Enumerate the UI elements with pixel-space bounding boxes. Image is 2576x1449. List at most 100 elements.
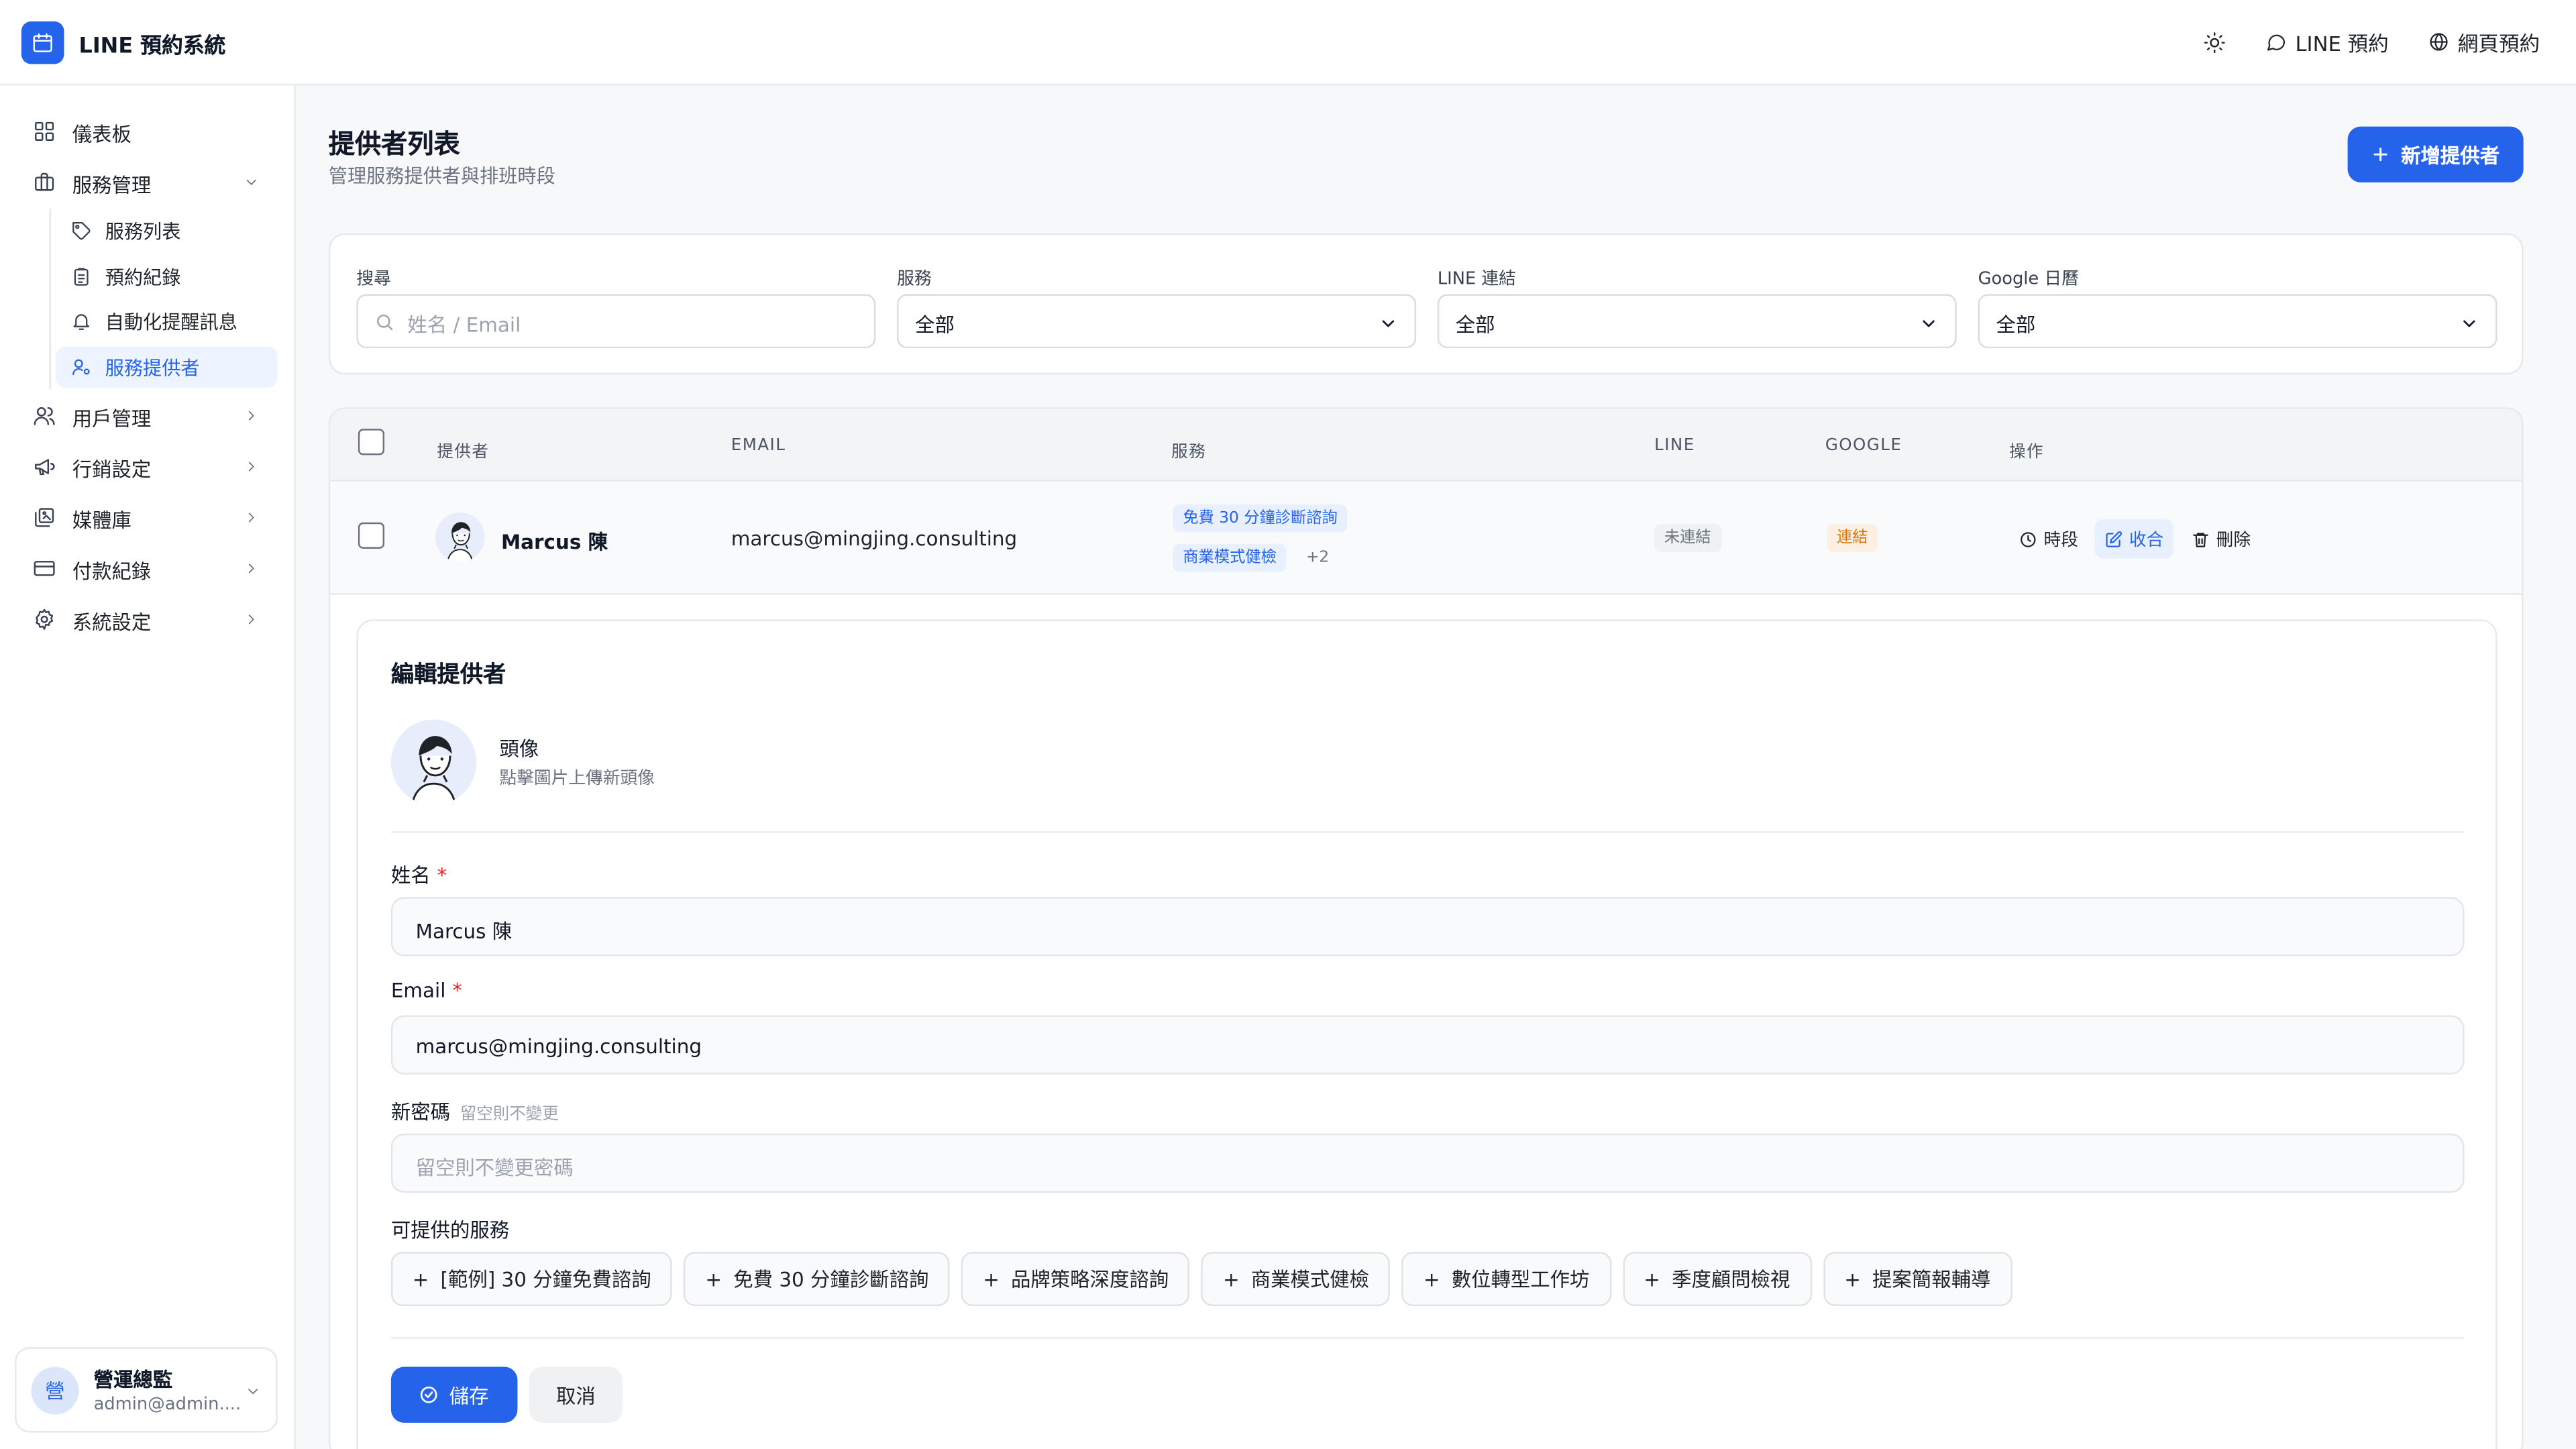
- user-account-card[interactable]: 營 營運總監 admin@admin....: [15, 1347, 278, 1433]
- service-chip-label: 商業模式健檢: [1250, 1268, 1370, 1291]
- collapse-button[interactable]: 收合: [2094, 519, 2174, 559]
- provider-avatar: [435, 513, 485, 562]
- chevron-right-icon: [243, 611, 259, 627]
- gear-icon: [33, 608, 56, 631]
- theme-toggle-sun-icon[interactable]: [2203, 30, 2226, 53]
- google-filter-select[interactable]: 全部: [1978, 294, 2498, 349]
- clipboard-icon: [70, 266, 92, 288]
- service-chip[interactable]: + 提案簡報輔導: [1823, 1252, 2012, 1306]
- globe-icon: [2430, 33, 2448, 51]
- edit-form-title: 編輯提供者: [390, 661, 506, 689]
- service-chip[interactable]: + 免費 30 分鐘診斷諮詢: [684, 1252, 951, 1306]
- add-provider-button[interactable]: 新增提供者: [2347, 126, 2524, 182]
- email-field[interactable]: marcus@mingjing.consulting: [390, 1015, 2465, 1075]
- schedule-label: 時段: [2043, 529, 2078, 550]
- delete-label: 刪除: [2216, 529, 2251, 550]
- top-header: LINE 預約系統 LINE 預約 網頁預約: [0, 0, 2576, 86]
- edit-pencil-icon: [2106, 530, 2123, 547]
- sidebar-item-service-providers[interactable]: 服務提供者: [56, 346, 278, 388]
- email-label-text: Email: [390, 979, 446, 1002]
- divider: [390, 831, 2465, 833]
- delete-button[interactable]: 刪除: [2192, 523, 2251, 555]
- google-filter-value: 全部: [1996, 313, 2036, 337]
- trash-icon: [2193, 532, 2208, 547]
- sidebar-item-system-settings[interactable]: 系統設定: [0, 596, 296, 643]
- services-label: 可提供的服務: [390, 1219, 510, 1242]
- sidebar-item-user-management[interactable]: 用戶管理: [0, 392, 296, 439]
- providers-table: 提供者 EMAIL 服務 LINE GOOGLE 操作 Marcus 陳 mar…: [328, 407, 2524, 1449]
- password-label: 新密碼 留空則不變更: [391, 1097, 559, 1126]
- search-placeholder: 姓名 / Email: [407, 313, 521, 337]
- avatar-upload[interactable]: [390, 719, 477, 806]
- provider-name: Marcus 陳: [500, 531, 608, 554]
- provider-email: marcus@mingjing.consulting: [731, 527, 1018, 551]
- chevron-down-icon: [245, 1383, 261, 1399]
- sidebar-sub-label: 服務提供者: [105, 356, 200, 380]
- service-chip-label: 提案簡報輔導: [1872, 1268, 1991, 1291]
- bell-icon: [70, 311, 92, 332]
- service-chip[interactable]: + [範例] 30 分鐘免費諮詢: [390, 1252, 673, 1306]
- row-checkbox[interactable]: [358, 522, 385, 549]
- chevron-down-icon: [1919, 314, 1938, 333]
- calendar-logo-icon: [21, 21, 64, 64]
- sidebar: 儀表板 服務管理 服務列表 預約紀錄 自動化提醒訊息 服務提供者 用戶管理 行銷…: [0, 85, 296, 1449]
- service-tag: 免費 30 分鐘診斷諮詢: [1173, 504, 1348, 533]
- sidebar-item-service-list[interactable]: 服務列表: [56, 210, 278, 251]
- chat-bubble-icon: [2267, 34, 2286, 51]
- sidebar-item-reminder-messages[interactable]: 自動化提醒訊息: [56, 301, 278, 341]
- grid-icon: [33, 120, 56, 143]
- app-window: LINE 預約系統 LINE 預約 網頁預約 儀表板 服務管理 服務列表 預約紀…: [0, 0, 2576, 1449]
- sidebar-label: 付款紀錄: [72, 560, 152, 584]
- line-filter-select[interactable]: 全部: [1437, 294, 1957, 349]
- tag-icon: [70, 220, 92, 241]
- plus-icon: +: [1644, 1267, 1660, 1291]
- user-cog-icon: [70, 356, 92, 378]
- search-label: 搜尋: [356, 269, 391, 290]
- save-button[interactable]: 儲存: [390, 1366, 518, 1423]
- password-field[interactable]: 留空則不變更密碼: [390, 1133, 2465, 1193]
- divider: [390, 1337, 2465, 1339]
- service-chip[interactable]: + 數位轉型工作坊: [1402, 1252, 1611, 1306]
- sidebar-label: 儀表板: [72, 123, 131, 146]
- sidebar-item-service-management[interactable]: 服務管理: [0, 160, 296, 206]
- line-filter-label: LINE 連結: [1437, 269, 1516, 290]
- sidebar-sub-label: 服務列表: [105, 220, 181, 244]
- sidebar-item-booking-records[interactable]: 預約紀錄: [56, 256, 278, 297]
- plus-icon: +: [1423, 1267, 1440, 1291]
- email-field-value: marcus@mingjing.consulting: [415, 1034, 702, 1059]
- email-label: Email *: [391, 979, 462, 1002]
- service-chip-label: 品牌策略深度諮詢: [1011, 1268, 1169, 1291]
- table-header: 提供者 EMAIL 服務 LINE GOOGLE 操作: [330, 409, 2522, 482]
- search-input[interactable]: 姓名 / Email: [356, 294, 876, 349]
- users-icon: [33, 404, 56, 427]
- page-title: 提供者列表: [328, 128, 460, 160]
- service-chip[interactable]: + 品牌策略深度諮詢: [961, 1252, 1190, 1306]
- sidebar-label: 系統設定: [72, 611, 152, 635]
- table-row: Marcus 陳 marcus@mingjing.consulting 免費 3…: [330, 481, 2522, 595]
- user-email: admin@admin....: [93, 1395, 241, 1415]
- plus-icon: +: [983, 1267, 1000, 1291]
- web-booking-link[interactable]: 網頁預約: [2428, 26, 2540, 58]
- column-header-google: GOOGLE: [1825, 437, 1902, 455]
- plus-icon: +: [1222, 1267, 1240, 1291]
- service-chip[interactable]: + 商業模式健檢: [1201, 1252, 1391, 1306]
- user-name: 營運總監: [93, 1368, 173, 1392]
- service-chip-label: 免費 30 分鐘診斷諮詢: [733, 1268, 929, 1291]
- name-label-text: 姓名: [390, 864, 431, 888]
- sidebar-item-payments[interactable]: 付款紀錄: [0, 545, 296, 592]
- plus-icon: +: [1844, 1267, 1861, 1291]
- service-chip[interactable]: + 季度顧問檢視: [1622, 1252, 1812, 1306]
- sidebar-item-media-library[interactable]: 媒體庫: [0, 494, 296, 541]
- sidebar-item-dashboard[interactable]: 儀表板: [0, 109, 296, 155]
- cancel-button[interactable]: 取消: [529, 1366, 623, 1423]
- chevron-right-icon: [243, 509, 259, 525]
- select-all-checkbox[interactable]: [358, 429, 385, 455]
- check-circle-icon: [421, 1386, 438, 1403]
- service-chip-label: [範例] 30 分鐘免費諮詢: [440, 1268, 651, 1291]
- collapse-label: 收合: [2129, 529, 2164, 550]
- service-filter-select[interactable]: 全部: [897, 294, 1417, 349]
- schedule-button[interactable]: 時段: [2019, 523, 2078, 555]
- name-field[interactable]: Marcus 陳: [390, 897, 2465, 957]
- sidebar-item-marketing[interactable]: 行銷設定: [0, 443, 296, 490]
- line-booking-link[interactable]: LINE 預約: [2265, 26, 2389, 58]
